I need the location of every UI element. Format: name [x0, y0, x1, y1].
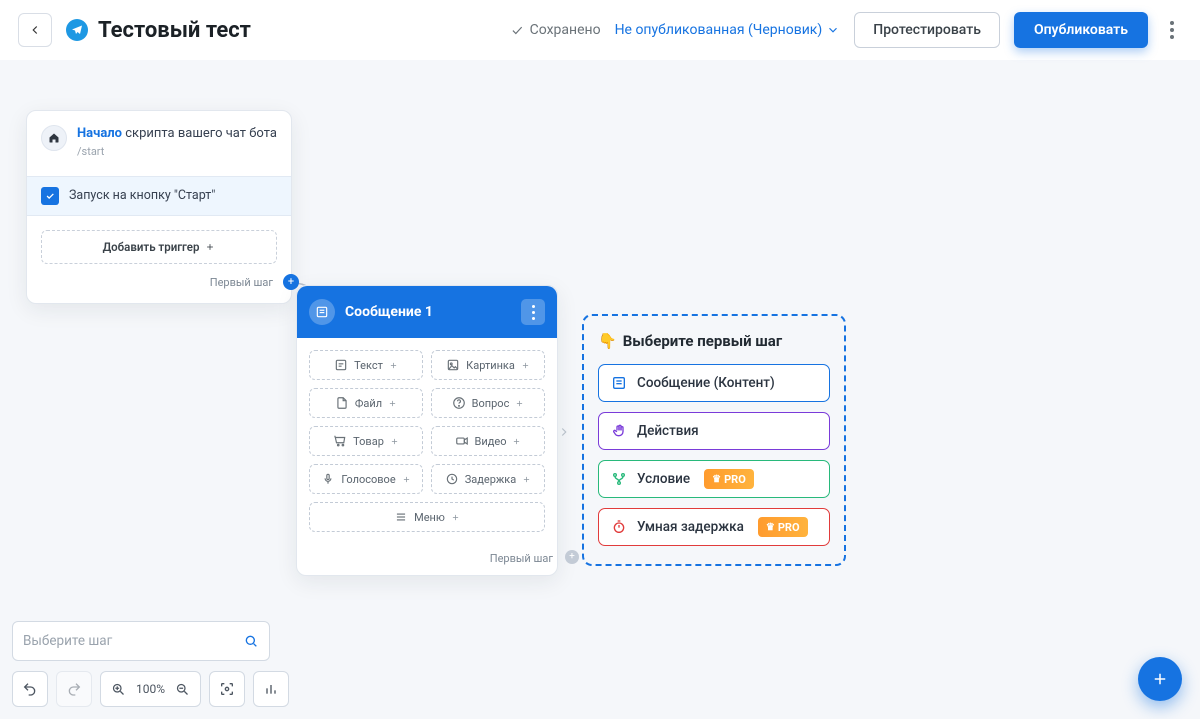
publish-state-dropdown[interactable]: Не опубликованная (Черновик) [615, 22, 841, 38]
plus-icon [390, 437, 399, 446]
add-node-fab[interactable] [1138, 657, 1182, 701]
zoom-out-icon[interactable] [175, 682, 190, 697]
message-header: Сообщение 1 [297, 286, 557, 338]
pro-badge: PRO [758, 517, 808, 537]
home-icon [41, 125, 67, 151]
message-more-button[interactable] [521, 299, 545, 325]
chart-icon [263, 681, 279, 697]
plus-icon [402, 475, 411, 484]
plus-icon [388, 399, 397, 408]
check-icon [510, 23, 524, 37]
content-delay-chip[interactable]: Задержка [431, 464, 545, 494]
title-block: Тестовый тест [66, 18, 251, 43]
video-icon [455, 434, 469, 448]
message-port: Первый шаг + [297, 544, 557, 575]
hand-icon [611, 423, 627, 439]
point-down-icon: 👇 [598, 332, 617, 350]
port-handle[interactable]: + [565, 550, 579, 564]
start-header: Начало скрипта вашего чат бота /start [41, 125, 277, 158]
flow-canvas[interactable]: Начало скрипта вашего чат бота /start За… [0, 60, 1200, 719]
message-icon [309, 299, 335, 325]
undo-button[interactable] [12, 671, 48, 707]
bottom-toolbar: 100% [12, 671, 289, 707]
message-body: Текст Картинка Файл Вопрос [297, 338, 557, 544]
plus-icon [389, 361, 398, 370]
undo-icon [22, 681, 38, 697]
pick-smart-delay-option[interactable]: Умная задержка PRO [598, 508, 830, 546]
branch-icon [611, 471, 627, 487]
plus-icon [1151, 670, 1169, 688]
publish-state-label: Не опубликованная (Черновик) [615, 22, 823, 38]
step-search[interactable] [12, 621, 270, 661]
top-bar: Тестовый тест Сохранено Не опубликованна… [0, 0, 1200, 60]
first-step-picker: 👇 Выберите первый шаг Сообщение (Контент… [582, 314, 846, 566]
pick-actions-option[interactable]: Действия [598, 412, 830, 450]
zoom-in-icon[interactable] [111, 682, 126, 697]
pro-badge: PRO [704, 469, 754, 489]
question-icon [452, 396, 466, 410]
file-icon [335, 396, 349, 410]
message-icon [611, 375, 627, 391]
text-icon [334, 358, 348, 372]
chevron-left-icon [28, 23, 42, 37]
message-title: Сообщение 1 [345, 304, 511, 320]
cart-icon [333, 434, 347, 448]
kebab-icon [1170, 21, 1174, 39]
content-file-chip[interactable]: Файл [309, 388, 423, 418]
content-menu-chip[interactable]: Меню [309, 502, 545, 532]
focus-icon [219, 681, 235, 697]
pick-condition-option[interactable]: Условие PRO [598, 460, 830, 498]
start-port: Первый шаг + [41, 272, 277, 297]
fit-view-button[interactable] [209, 671, 245, 707]
content-voice-chip[interactable]: Голосовое [309, 464, 423, 494]
picker-title: 👇 Выберите первый шаг [598, 332, 830, 350]
menu-icon [394, 510, 408, 524]
telegram-icon [66, 19, 88, 41]
trigger-label: Запуск на кнопку "Старт" [69, 188, 215, 203]
topbar-more-button[interactable] [1162, 21, 1182, 39]
content-product-chip[interactable]: Товар [309, 426, 423, 456]
message-node[interactable]: Сообщение 1 Текст Картинка Фай [296, 285, 558, 576]
start-node[interactable]: Начало скрипта вашего чат бота /start За… [26, 110, 292, 304]
start-subtitle: /start [77, 145, 277, 158]
plus-icon [512, 437, 521, 446]
pick-message-option[interactable]: Сообщение (Контент) [598, 364, 830, 402]
kebab-icon [532, 305, 535, 320]
saved-label: Сохранено [530, 22, 601, 38]
redo-button[interactable] [56, 671, 92, 707]
publish-button[interactable]: Опубликовать [1014, 12, 1148, 48]
plus-icon [451, 513, 460, 522]
plus-icon [521, 361, 530, 370]
step-search-input[interactable] [23, 633, 243, 649]
search-icon [243, 633, 259, 649]
page-title: Тестовый тест [98, 18, 251, 43]
stopwatch-icon [611, 519, 627, 535]
saved-indicator: Сохранено [510, 22, 601, 38]
redo-icon [66, 681, 82, 697]
mic-icon [321, 472, 335, 486]
clock-icon [445, 472, 459, 486]
content-question-chip[interactable]: Вопрос [431, 388, 545, 418]
port-handle[interactable]: + [283, 274, 299, 290]
content-image-chip[interactable]: Картинка [431, 350, 545, 380]
plus-icon [515, 399, 524, 408]
image-icon [446, 358, 460, 372]
plus-icon [522, 475, 531, 484]
start-trigger-row[interactable]: Запуск на кнопку "Старт" [27, 176, 291, 216]
plus-icon [205, 242, 215, 252]
back-button[interactable] [18, 13, 52, 47]
zoom-level: 100% [136, 682, 165, 696]
chevron-right-icon [557, 424, 571, 443]
test-button[interactable]: Протестировать [854, 12, 1000, 48]
content-text-chip[interactable]: Текст [309, 350, 423, 380]
start-title: Начало скрипта вашего чат бота [77, 125, 277, 143]
zoom-control[interactable]: 100% [100, 671, 201, 707]
chevron-down-icon [826, 23, 840, 37]
content-video-chip[interactable]: Видео [431, 426, 545, 456]
stats-button[interactable] [253, 671, 289, 707]
checkbox-checked-icon [41, 187, 59, 205]
add-trigger-button[interactable]: Добавить триггер [41, 230, 277, 264]
